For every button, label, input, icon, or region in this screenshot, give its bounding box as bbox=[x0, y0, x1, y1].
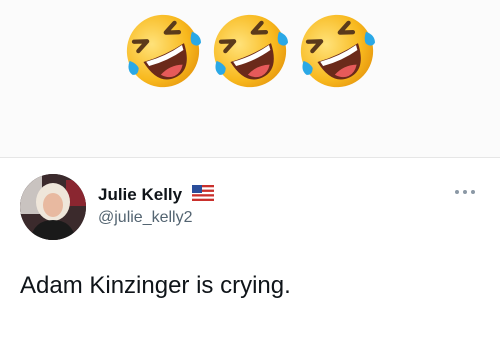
more-options-icon[interactable] bbox=[454, 188, 476, 196]
us-flag-icon bbox=[192, 185, 214, 201]
emoji-area bbox=[0, 0, 500, 157]
tweet-text: Adam Kinzinger is crying. bbox=[20, 272, 291, 299]
display-name[interactable]: Julie Kelly bbox=[98, 185, 182, 205]
rolling-on-floor-laughing-emoji bbox=[120, 8, 206, 94]
rolling-on-floor-laughing-emoji bbox=[207, 8, 293, 94]
rolling-on-floor-laughing-emoji bbox=[294, 8, 380, 94]
avatar[interactable] bbox=[20, 174, 86, 240]
avatar-image bbox=[20, 174, 86, 240]
emoji-row bbox=[120, 8, 380, 98]
user-handle[interactable]: @julie_kelly2 bbox=[98, 209, 193, 227]
tweet-card[interactable]: Julie Kelly @julie_kelly2 Adam Kinzinger… bbox=[0, 158, 500, 349]
